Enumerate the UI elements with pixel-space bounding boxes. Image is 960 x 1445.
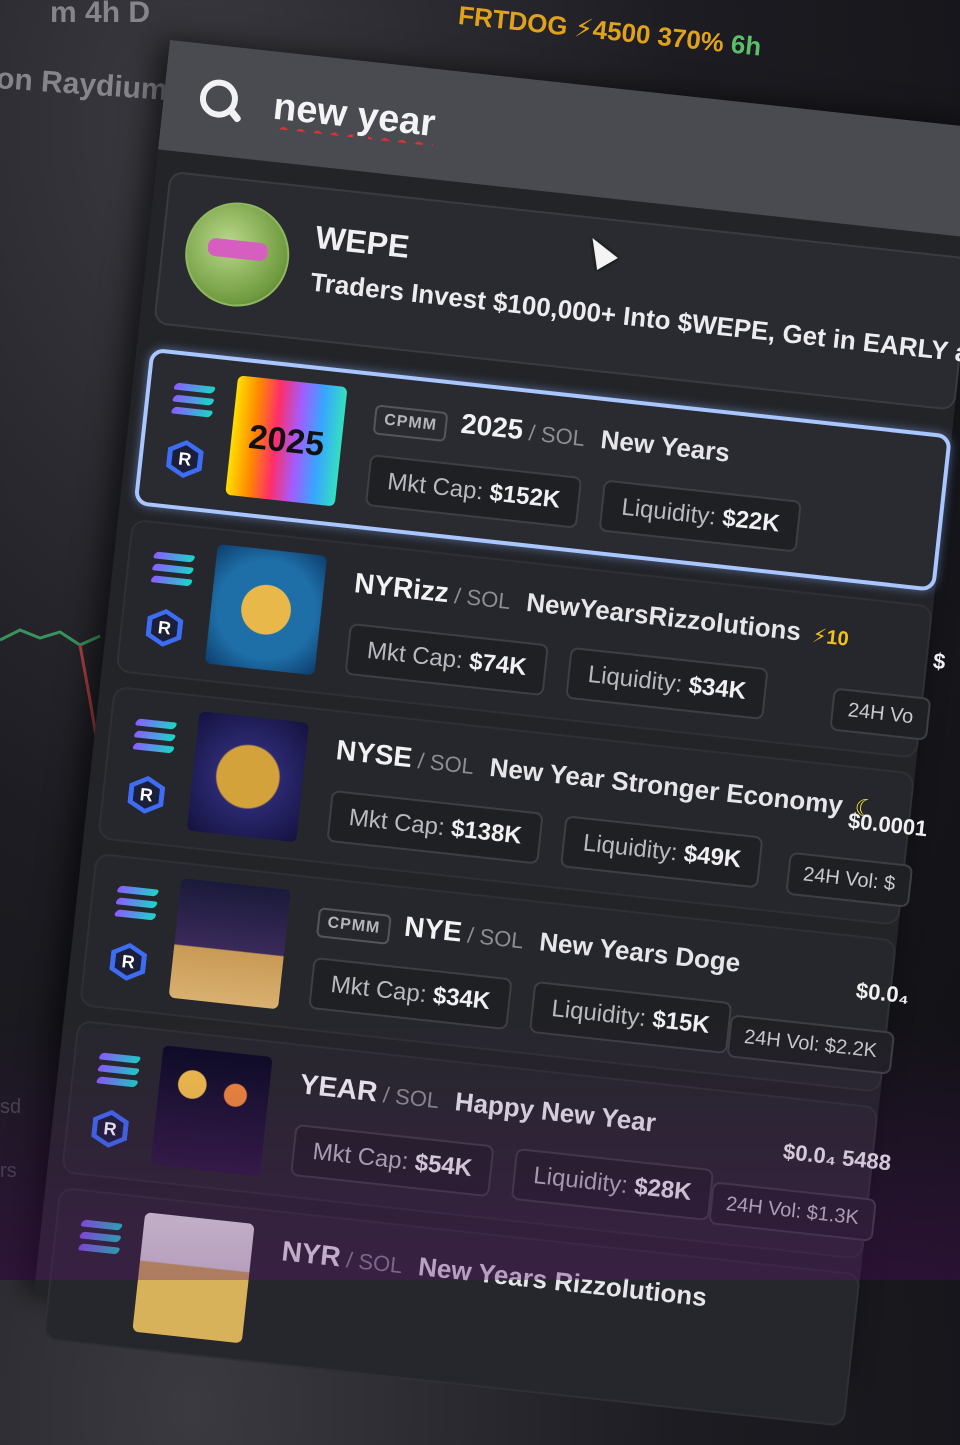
token-symbol: YEAR <box>298 1068 380 1108</box>
results-list: WEPE Traders Invest $100,000+ Into $WEPE… <box>41 170 960 1441</box>
token-name: New Years Doge <box>537 926 742 978</box>
solana-icon <box>77 1219 124 1257</box>
search-panel: WEPE Traders Invest $100,000+ Into $WEPE… <box>33 40 960 1427</box>
token-thumbnail <box>168 878 291 1010</box>
cpmm-badge: CPMM <box>372 404 449 443</box>
token-symbol: NYR <box>280 1235 343 1273</box>
solana-icon <box>113 885 160 923</box>
raydium-icon: R <box>90 1108 130 1150</box>
mkt-cap-chip: Mkt Cap: $152K <box>364 454 583 529</box>
liquidity-chip: Liquidity: $34K <box>565 646 769 721</box>
price-chart-fragment <box>0 628 102 760</box>
ad-description: Traders Invest $100,000+ Into $WEPE, Get… <box>309 266 960 372</box>
token-name: New Years Rizzolutions <box>416 1251 709 1313</box>
cpmm-badge: CPMM <box>315 907 392 945</box>
solana-icon <box>149 551 197 589</box>
token-thumbnail <box>132 1212 255 1344</box>
liquidity-chip: Liquidity: $49K <box>560 815 764 889</box>
token-pair: / SOL <box>527 420 587 452</box>
trending-boost: ⚡4500 <box>573 12 653 51</box>
token-price: $0.0₄ <box>854 977 911 1009</box>
mkt-cap-chip: Mkt Cap: $138K <box>326 789 545 865</box>
token-pair: / SOL <box>466 922 525 954</box>
volume-chip: 24H Vol: $ <box>785 851 914 908</box>
mkt-cap-chip: Mkt Cap: $34K <box>308 956 513 1031</box>
ad-title: WEPE <box>313 218 412 265</box>
mkt-cap-chip: Mkt Cap: $54K <box>290 1123 495 1198</box>
token-symbol: NYRizz <box>352 567 451 609</box>
token-name: New Years <box>599 423 732 468</box>
liquidity-chip: Liquidity: $28K <box>510 1147 715 1222</box>
solana-icon <box>170 382 217 421</box>
volume-chip: 24H Vo <box>829 687 932 741</box>
raydium-icon: R <box>145 607 185 649</box>
liquidity-chip: Liquidity: $15K <box>528 980 733 1055</box>
trending-name[interactable]: FRTDOG <box>457 0 569 41</box>
mkt-cap-chip: Mkt Cap: $74K <box>344 622 550 697</box>
timeframe-tabs[interactable]: m 4h D <box>50 0 150 30</box>
search-icon <box>198 77 244 124</box>
solana-icon <box>131 718 178 756</box>
pair-source: on Raydium <box>0 62 169 107</box>
raydium-icon: R <box>126 774 166 816</box>
lightning-icon: ⚡10 <box>811 624 850 651</box>
volume-chip: 24H Vol: $1.3K <box>707 1181 877 1242</box>
token-name: Happy New Year <box>453 1086 658 1138</box>
token-thumbnail <box>204 544 328 676</box>
token-pair: / SOL <box>345 1247 404 1279</box>
trending-change: 370% <box>656 20 726 58</box>
token-symbol: NYSE <box>334 734 414 774</box>
side-text-rs: rs <box>0 1160 17 1182</box>
token-thumbnail <box>186 711 310 843</box>
trending-age: 6h <box>729 28 763 62</box>
wepe-avatar <box>179 197 295 312</box>
solana-icon <box>95 1052 142 1090</box>
token-price: $0.0001 <box>846 807 929 842</box>
token-price: $0.0₄ 5488 <box>781 1138 893 1176</box>
token-pair: / SOL <box>416 748 476 779</box>
token-pair: / SOL <box>381 1082 441 1114</box>
token-name: NewYearsRizzolutions <box>524 586 803 647</box>
raydium-icon: R <box>108 941 148 983</box>
trending-bar[interactable]: FRTDOG ⚡4500 370% 6h <box>457 0 763 63</box>
token-symbol: NYE <box>402 910 464 948</box>
token-pair: / SOL <box>453 583 512 614</box>
volume-chip: 24H Vol: $2.2K <box>725 1014 896 1075</box>
liquidity-chip: Liquidity: $22K <box>598 479 803 553</box>
raydium-icon: R <box>165 438 205 480</box>
token-symbol: 2025 <box>459 407 525 446</box>
side-text-sd: sd <box>0 1096 22 1118</box>
token-price: $ <box>931 648 947 675</box>
token-thumbnail: 2025 <box>225 375 348 507</box>
token-name: New Year Stronger Economy <box>488 751 845 821</box>
token-thumbnail <box>150 1045 273 1177</box>
